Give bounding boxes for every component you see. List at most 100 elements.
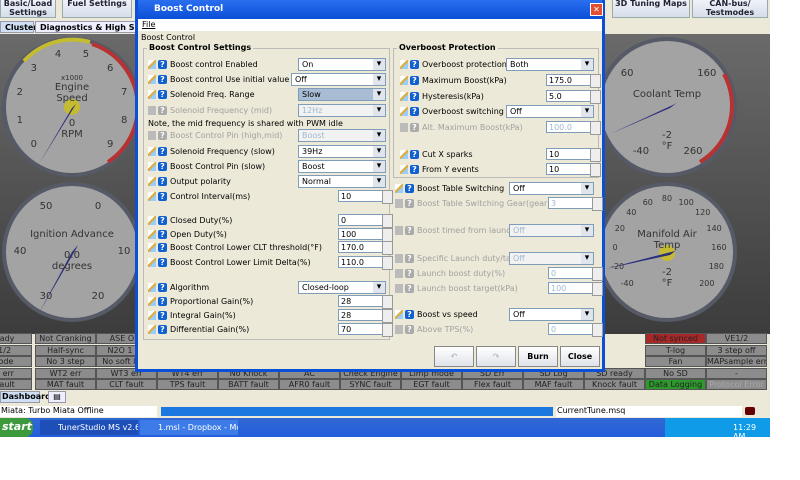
- edit-icon[interactable]: [148, 90, 156, 99]
- edit-icon[interactable]: [148, 131, 156, 140]
- edit-icon[interactable]: [148, 243, 156, 252]
- help-icon[interactable]: ?: [405, 310, 414, 319]
- dropdown[interactable]: Slow: [298, 88, 386, 101]
- number-input[interactable]: 10: [546, 163, 601, 177]
- help-icon[interactable]: ?: [405, 184, 414, 193]
- number-input[interactable]: 10: [546, 148, 601, 162]
- edit-icon[interactable]: [148, 325, 156, 334]
- help-icon[interactable]: ?: [158, 147, 167, 156]
- canbus-testmodes-button[interactable]: CAN-bus/ Testmodes: [692, 0, 768, 18]
- help-icon[interactable]: ?: [405, 269, 414, 278]
- edit-icon[interactable]: [148, 106, 156, 115]
- tab-dashboard[interactable]: Dashboard: [0, 391, 51, 403]
- edit-icon[interactable]: [148, 283, 156, 292]
- edit-icon[interactable]: [148, 297, 156, 306]
- edit-icon[interactable]: [395, 269, 403, 278]
- edit-icon[interactable]: [148, 192, 156, 201]
- burn-button[interactable]: Burn: [518, 346, 558, 367]
- edit-icon[interactable]: [395, 254, 403, 263]
- taskbar-item-tunerstudio[interactable]: TunerStudio MS v2.6....: [40, 420, 138, 435]
- start-button[interactable]: start: [0, 418, 33, 437]
- help-icon[interactable]: ?: [158, 162, 167, 171]
- edit-icon[interactable]: [395, 325, 403, 334]
- close-window-icon[interactable]: ✕: [590, 3, 603, 16]
- menu-file[interactable]: File: [138, 19, 602, 31]
- number-input[interactable]: 100: [338, 228, 393, 242]
- help-icon[interactable]: ?: [405, 199, 414, 208]
- help-icon[interactable]: ?: [405, 254, 414, 263]
- help-icon[interactable]: ?: [158, 243, 167, 252]
- edit-icon[interactable]: [395, 226, 403, 235]
- help-icon[interactable]: ?: [158, 60, 167, 69]
- help-icon[interactable]: ?: [158, 90, 167, 99]
- help-icon[interactable]: ?: [410, 60, 419, 69]
- dropdown[interactable]: Closed-loop: [298, 281, 386, 294]
- edit-icon[interactable]: [148, 147, 156, 156]
- fuel-settings-button[interactable]: Fuel Settings: [62, 0, 132, 18]
- number-input[interactable]: 110.0: [338, 256, 393, 270]
- edit-icon[interactable]: [148, 75, 156, 84]
- number-input[interactable]: 28: [338, 309, 393, 323]
- help-icon[interactable]: ?: [158, 192, 167, 201]
- help-icon[interactable]: ?: [405, 226, 414, 235]
- 3d-tuning-maps-button[interactable]: 3D Tuning Maps: [612, 0, 690, 18]
- help-icon[interactable]: ?: [158, 325, 167, 334]
- edit-icon[interactable]: [400, 107, 408, 116]
- help-icon[interactable]: ?: [410, 150, 419, 159]
- number-input[interactable]: 175.0: [546, 74, 601, 88]
- dropdown[interactable]: Boost: [298, 160, 386, 173]
- edit-icon[interactable]: [395, 310, 403, 319]
- help-icon[interactable]: ?: [410, 92, 419, 101]
- edit-icon[interactable]: [148, 216, 156, 225]
- redo-button[interactable]: ↷: [476, 346, 516, 367]
- edit-icon[interactable]: [400, 92, 408, 101]
- edit-icon[interactable]: [400, 150, 408, 159]
- help-icon[interactable]: ?: [158, 131, 167, 140]
- taskbar-item-firefox[interactable]: 1.msl - Dropbox - Mo...: [140, 420, 238, 435]
- edit-icon[interactable]: [148, 162, 156, 171]
- edit-icon[interactable]: [400, 165, 408, 174]
- new-tab-icon[interactable]: ▤: [48, 391, 66, 403]
- dropdown[interactable]: Normal: [298, 175, 386, 188]
- edit-icon[interactable]: [400, 76, 408, 85]
- dropdown[interactable]: On: [298, 58, 386, 71]
- help-icon[interactable]: ?: [158, 283, 167, 292]
- edit-icon[interactable]: [395, 199, 403, 208]
- number-input[interactable]: 0: [338, 214, 393, 228]
- edit-icon[interactable]: [395, 184, 403, 193]
- help-icon[interactable]: ?: [158, 177, 167, 186]
- help-icon[interactable]: ?: [410, 107, 419, 116]
- help-icon[interactable]: ?: [158, 75, 167, 84]
- help-icon[interactable]: ?: [410, 165, 419, 174]
- help-icon[interactable]: ?: [405, 325, 414, 334]
- dropdown[interactable]: 39Hz: [298, 145, 386, 158]
- help-icon[interactable]: ?: [158, 258, 167, 267]
- help-icon[interactable]: ?: [158, 311, 167, 320]
- help-icon[interactable]: ?: [158, 106, 167, 115]
- edit-icon[interactable]: [395, 284, 403, 293]
- number-input[interactable]: 5.0: [546, 90, 601, 104]
- number-input[interactable]: 170.0: [338, 241, 393, 255]
- close-button[interactable]: Close: [560, 346, 600, 367]
- dropdown[interactable]: Off: [509, 182, 594, 195]
- tab-diagnostics[interactable]: Diagnostics & High Speed Loggers: [35, 21, 145, 33]
- basic-load-settings-button[interactable]: Basic/Load Settings: [0, 0, 56, 18]
- help-icon[interactable]: ?: [158, 297, 167, 306]
- tab-cluster[interactable]: Cluster: [0, 21, 37, 33]
- edit-icon[interactable]: [148, 311, 156, 320]
- dropdown[interactable]: Off: [506, 105, 594, 118]
- help-icon[interactable]: ?: [158, 230, 167, 239]
- help-icon[interactable]: ?: [410, 76, 419, 85]
- edit-icon[interactable]: [400, 60, 408, 69]
- dropdown[interactable]: Off: [509, 308, 594, 321]
- number-input[interactable]: 70: [338, 323, 393, 337]
- help-icon[interactable]: ?: [410, 123, 419, 132]
- dropdown[interactable]: Off: [291, 73, 386, 86]
- dropdown[interactable]: Both: [506, 58, 594, 71]
- edit-icon[interactable]: [148, 230, 156, 239]
- edit-icon[interactable]: [148, 177, 156, 186]
- edit-icon[interactable]: [400, 123, 408, 132]
- help-icon[interactable]: ?: [405, 284, 414, 293]
- number-input[interactable]: 10: [338, 190, 393, 204]
- undo-button[interactable]: ↶: [434, 346, 474, 367]
